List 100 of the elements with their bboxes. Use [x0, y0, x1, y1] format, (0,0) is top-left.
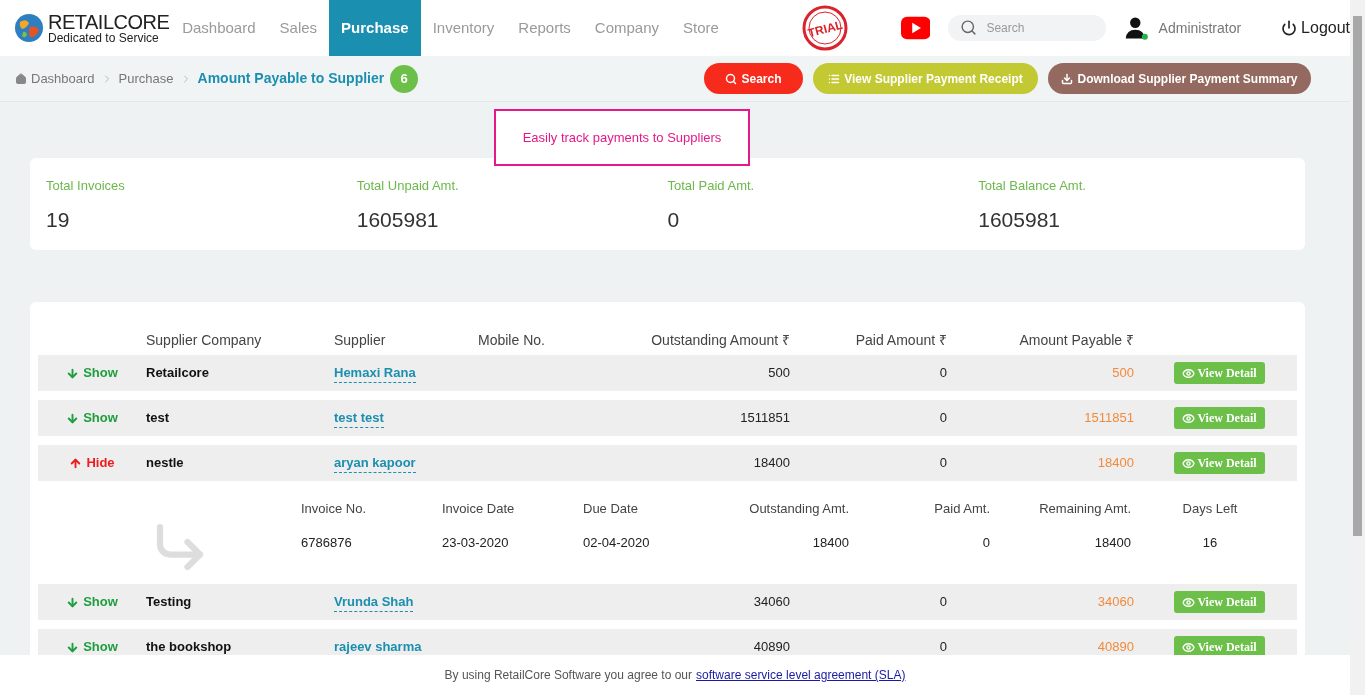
brand-tagline: Dedicated to Service	[48, 32, 160, 44]
summary-value: 1605981	[978, 206, 1061, 233]
amount-cell-text: 0	[939, 454, 947, 473]
home-icon	[15, 72, 27, 85]
breadcrumb-link[interactable]: Dashboard	[31, 68, 95, 89]
supplier-link[interactable]: test test	[334, 407, 384, 429]
amount-cell-text: 40890	[753, 638, 790, 657]
brand-name: RETAILCORE	[48, 12, 170, 32]
user-name: Administrator	[1158, 18, 1242, 38]
view-detail-button[interactable]: View Detail	[1174, 407, 1265, 429]
company-cell-text: test	[146, 409, 171, 428]
search-field[interactable]: Search	[948, 15, 1107, 41]
callout-tooltip: Easily track payments to Suppliers	[494, 109, 750, 166]
amount-cell-text: 1511851	[740, 409, 790, 428]
payable-cell-text: 1511851	[1084, 409, 1134, 428]
download-icon	[1061, 72, 1074, 85]
nav-tab[interactable]: Inventory	[420, 0, 507, 56]
summary-label: Total Paid Amt.	[667, 177, 756, 195]
detail-column-header: Due Date	[583, 500, 639, 518]
show-toggle[interactable]: Show	[66, 592, 118, 612]
detail-column-header: Invoice Date	[442, 500, 516, 518]
arrow-down-icon	[66, 595, 80, 609]
arrow-down-icon	[66, 411, 80, 425]
column-header: Amount Payable ₹	[1019, 330, 1134, 350]
show-toggle[interactable]: Show	[66, 408, 118, 428]
payable-cell-text: 500	[1112, 364, 1134, 383]
breadcrumb-link[interactable]: Purchase	[118, 68, 174, 89]
search-icon	[725, 72, 738, 85]
detail-column-header: Days Left	[1182, 500, 1238, 518]
company-cell-text: nestle	[146, 454, 185, 473]
arrow-up-icon	[69, 456, 83, 470]
search-icon	[960, 19, 978, 36]
company-cell-text: Retailcore	[146, 364, 210, 383]
detail-column-header: Invoice No.	[301, 500, 368, 518]
amount-cell-text: 500	[768, 364, 790, 383]
video-play-icon[interactable]	[900, 15, 931, 41]
eye-icon	[1182, 411, 1196, 425]
amount-cell-text: 34060	[753, 593, 790, 612]
detail-column-header: Paid Amt.	[934, 500, 990, 518]
summary-value: 1605981	[356, 206, 440, 233]
view-detail-button[interactable]: View Detail	[1174, 452, 1265, 474]
detail-cell-text: 0	[982, 534, 990, 552]
amount-cell-text: 0	[939, 409, 947, 428]
summary-label: Total Invoices	[46, 177, 126, 195]
hide-toggle[interactable]: Hide	[69, 453, 115, 473]
summary-label: Total Unpaid Amt.	[356, 177, 460, 195]
supplier-link[interactable]: aryan kapoor	[334, 452, 416, 474]
download-button[interactable]: Download Supplier Payment Summary	[1048, 63, 1311, 94]
nav-tab[interactable]: Purchase	[329, 0, 421, 56]
sla-link[interactable]: software service level agreement (SLA)	[696, 666, 906, 684]
summary-label: Total Balance Amt.	[978, 177, 1087, 195]
footer-text: By using RetailCore Software you agree to our	[444, 667, 692, 684]
column-header: Outstanding Amount ₹	[651, 330, 790, 350]
eye-icon	[1182, 595, 1196, 609]
count-badge: 6	[390, 64, 419, 93]
logout-button[interactable]: Logout	[1281, 16, 1350, 40]
detail-cell-text: 16	[1202, 534, 1218, 552]
list-icon	[828, 72, 841, 85]
column-header: Mobile No.	[478, 330, 546, 350]
nav-tab[interactable]: Company	[582, 0, 672, 56]
detail-column-header: Remaining Amt.	[1039, 500, 1131, 518]
detail-cell-text: 02-04-2020	[583, 534, 651, 552]
scrollbar-thumb[interactable]	[1353, 16, 1362, 536]
payable-cell-text: 18400	[1097, 454, 1134, 473]
detail-column-header: Outstanding Amt.	[749, 500, 849, 518]
summary-value: 0	[667, 206, 681, 233]
view-detail-button[interactable]: View Detail	[1174, 591, 1265, 613]
show-toggle[interactable]: Show	[66, 637, 118, 657]
eye-icon	[1182, 366, 1196, 380]
power-icon	[1281, 20, 1298, 36]
globe-logo-icon	[14, 13, 44, 43]
company-cell-text: the bookshop	[146, 638, 233, 657]
view-detail-button[interactable]: View Detail	[1174, 362, 1265, 384]
amount-cell-text: 0	[939, 593, 947, 612]
show-toggle[interactable]: Show	[66, 363, 118, 383]
column-header: Supplier	[334, 330, 387, 350]
payable-cell-text: 40890	[1097, 638, 1134, 657]
amount-cell-text: 0	[939, 364, 947, 383]
column-header: Paid Amount ₹	[855, 330, 947, 350]
eye-icon	[1182, 640, 1196, 654]
nav-tab[interactable]: Reports	[506, 0, 583, 56]
trial-stamp: TRIAL	[800, 4, 849, 52]
arrow-down-icon	[66, 366, 80, 380]
supplier-link[interactable]: Vrunda Shah	[334, 591, 414, 613]
supplier-link[interactable]: Hemaxi Rana	[334, 362, 416, 384]
search-button[interactable]: Search	[704, 63, 803, 94]
detail-cell-text: 18400	[812, 534, 849, 552]
detail-cell-text: 18400	[1094, 534, 1131, 552]
detail-cell-text: 23-03-2020	[442, 534, 510, 552]
amount-cell-text: 0	[939, 638, 947, 657]
nav-tab[interactable]: Store	[671, 0, 731, 56]
arrow-down-icon	[66, 640, 80, 654]
eye-icon	[1182, 456, 1196, 470]
nav-tab[interactable]: Dashboard	[170, 0, 268, 56]
view-detail-button[interactable]: View Detail	[1174, 636, 1265, 658]
payable-cell-text: 34060	[1097, 593, 1134, 612]
detail-cell-text: 6786876	[301, 534, 353, 552]
nav-tab[interactable]: Sales	[267, 0, 330, 56]
amount-cell-text: 18400	[753, 454, 790, 473]
receipt-button[interactable]: View Supplier Payment Receipt	[813, 63, 1038, 94]
